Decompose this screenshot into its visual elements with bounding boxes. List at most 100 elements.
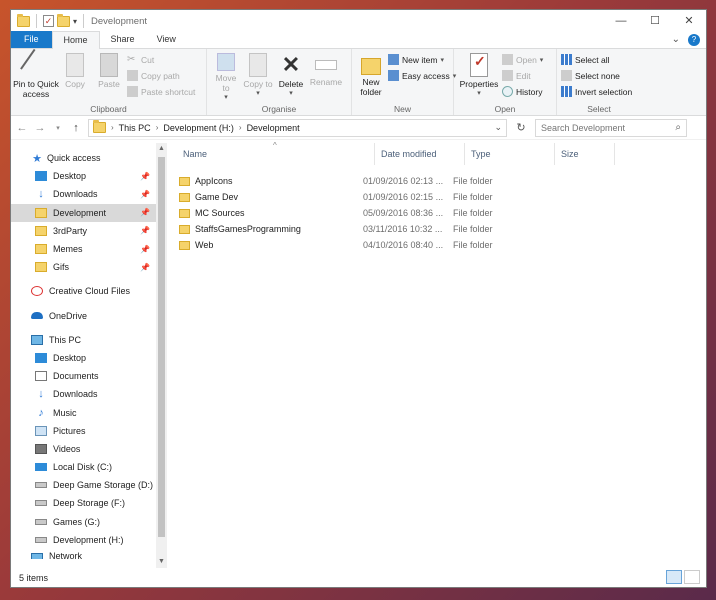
address-bar[interactable]: › This PC › Development (H:) › Developme… bbox=[88, 118, 507, 137]
nav-pc-development[interactable]: Development (H:) bbox=[11, 531, 156, 549]
new-folder-quick-icon[interactable] bbox=[57, 13, 70, 27]
customize-toolbar-icon[interactable]: ▾ bbox=[73, 17, 77, 26]
details-view-icon[interactable] bbox=[666, 570, 682, 584]
nav-network[interactable]: Network bbox=[11, 549, 156, 559]
table-row[interactable]: AppIcons 01/09/2016 02:13 ... File folde… bbox=[167, 173, 706, 189]
minimize-button[interactable]: — bbox=[604, 10, 638, 32]
download-icon: ↓ bbox=[38, 188, 44, 201]
nav-quick-3rdparty[interactable]: 3rdParty 📌 bbox=[11, 222, 156, 240]
column-type[interactable]: Type bbox=[465, 143, 555, 165]
folder-icon bbox=[179, 224, 190, 234]
copy-button[interactable]: Copy bbox=[59, 51, 91, 103]
nav-onedrive[interactable]: OneDrive bbox=[11, 307, 156, 325]
nav-label: Downloads bbox=[53, 189, 98, 200]
move-to-button[interactable]: Move to ▾ bbox=[211, 51, 241, 103]
table-row[interactable]: Game Dev 01/09/2016 02:15 ... File folde… bbox=[167, 189, 706, 205]
maximize-button[interactable]: ☐ bbox=[638, 10, 672, 32]
select-all-icon bbox=[561, 54, 572, 65]
ribbon-tabs: File Home Share View ⌄ ? bbox=[11, 31, 706, 49]
nav-scrollbar[interactable]: ▲ ▼ bbox=[156, 143, 167, 568]
search-box[interactable]: ⌕ bbox=[535, 118, 687, 137]
recent-locations-icon[interactable]: ▾ bbox=[52, 124, 64, 132]
large-icons-view-icon[interactable] bbox=[684, 570, 700, 584]
rename-icon bbox=[315, 60, 337, 70]
history-button[interactable]: History bbox=[502, 85, 543, 98]
easy-access-button[interactable]: Easy access ▾ bbox=[388, 69, 456, 82]
select-all-button[interactable]: Select all bbox=[561, 53, 632, 66]
new-folder-button[interactable]: New folder bbox=[356, 51, 386, 103]
nav-pc-deep-storage[interactable]: Deep Storage (F:) bbox=[11, 494, 156, 512]
pin-icon: 📌 bbox=[140, 189, 150, 199]
file-name: StaffsGamesProgramming bbox=[195, 224, 301, 234]
search-input[interactable] bbox=[541, 122, 661, 133]
breadcrumb-this-pc[interactable]: This PC bbox=[119, 123, 151, 133]
column-size[interactable]: Size bbox=[555, 143, 615, 165]
column-headers: ^ Name Date modified Type Size bbox=[167, 141, 706, 165]
tab-file[interactable]: File bbox=[11, 31, 52, 48]
nav-pc-local-disk[interactable]: Local Disk (C:) bbox=[11, 458, 156, 476]
nav-quick-gifs[interactable]: Gifs 📌 bbox=[11, 258, 156, 276]
breadcrumb-drive[interactable]: Development (H:) bbox=[163, 123, 234, 133]
cut-button[interactable]: ✂ Cut bbox=[127, 53, 195, 66]
delete-button[interactable]: ✕ Delete ▾ bbox=[275, 51, 307, 103]
close-button[interactable]: ✕ bbox=[672, 10, 706, 32]
nav-pc-documents[interactable]: Documents bbox=[11, 367, 156, 385]
scroll-thumb[interactable] bbox=[158, 157, 165, 537]
back-arrow-icon[interactable]: ← bbox=[16, 122, 28, 134]
system-drive-icon bbox=[35, 463, 47, 472]
nav-pc-videos[interactable]: Videos bbox=[11, 440, 156, 458]
column-date-modified[interactable]: Date modified bbox=[375, 143, 465, 165]
nav-this-pc[interactable]: This PC bbox=[11, 331, 156, 349]
nav-pc-deep-game-storage[interactable]: Deep Game Storage (D:) bbox=[11, 476, 156, 494]
up-arrow-icon[interactable]: ↑ bbox=[70, 122, 82, 134]
tab-home[interactable]: Home bbox=[51, 31, 100, 49]
rename-button[interactable]: Rename bbox=[309, 51, 343, 103]
file-type: File folder bbox=[453, 240, 493, 250]
invert-selection-button[interactable]: Invert selection bbox=[561, 85, 632, 98]
column-name[interactable]: Name bbox=[167, 143, 375, 165]
table-row[interactable]: Web 04/10/2016 08:40 ... File folder bbox=[167, 237, 706, 253]
nav-quick-development[interactable]: Development 📌 bbox=[11, 203, 156, 222]
properties-icon bbox=[470, 53, 488, 77]
copy-to-button[interactable]: Copy to ▾ bbox=[243, 51, 273, 103]
creative-cloud-icon bbox=[31, 286, 43, 297]
nav-quick-memes[interactable]: Memes 📌 bbox=[11, 240, 156, 258]
pin-quick-access-button[interactable]: Pin to Quick access bbox=[13, 48, 59, 103]
desktop-icon bbox=[35, 171, 47, 182]
nav-quick-desktop[interactable]: Desktop 📌 bbox=[11, 167, 156, 185]
address-dropdown-icon[interactable]: ⌄ bbox=[494, 122, 502, 133]
new-folder-label: New folder bbox=[360, 77, 382, 97]
nav-pc-desktop[interactable]: Desktop bbox=[11, 349, 156, 367]
properties-button[interactable]: Properties ▾ bbox=[458, 51, 500, 103]
scroll-up-icon[interactable]: ▲ bbox=[156, 143, 167, 155]
open-button[interactable]: Open ▾ bbox=[502, 53, 543, 66]
paste-button[interactable]: Paste bbox=[93, 51, 125, 103]
nav-pc-downloads[interactable]: ↓ Downloads bbox=[11, 385, 156, 403]
scroll-down-icon[interactable]: ▼ bbox=[156, 556, 167, 568]
tab-view[interactable]: View bbox=[146, 31, 187, 48]
properties-quick-icon[interactable]: ✓ bbox=[43, 15, 54, 27]
copy-path-button[interactable]: Copy path bbox=[127, 69, 195, 82]
new-item-button[interactable]: New item ▾ bbox=[388, 53, 456, 66]
tab-share[interactable]: Share bbox=[100, 31, 146, 48]
table-row[interactable]: StaffsGamesProgramming 03/11/2016 10:32 … bbox=[167, 221, 706, 237]
nav-label: Development (H:) bbox=[53, 534, 124, 545]
edit-button[interactable]: Edit bbox=[502, 69, 543, 82]
nav-pc-pictures[interactable]: Pictures bbox=[11, 422, 156, 440]
help-icon[interactable]: ? bbox=[688, 34, 700, 46]
select-none-button[interactable]: Select none bbox=[561, 69, 632, 82]
nav-pc-music[interactable]: ♪ Music bbox=[11, 403, 156, 421]
nav-quick-access[interactable]: ★ Quick access bbox=[11, 149, 156, 167]
expand-ribbon-icon[interactable]: ⌄ bbox=[672, 34, 680, 46]
select-none-icon bbox=[561, 70, 572, 81]
breadcrumb-current[interactable]: Development bbox=[247, 123, 300, 133]
table-row[interactable]: MC Sources 05/09/2016 08:36 ... File fol… bbox=[167, 205, 706, 221]
forward-arrow-icon[interactable]: → bbox=[34, 122, 46, 134]
paste-shortcut-button[interactable]: Paste shortcut bbox=[127, 85, 195, 98]
nav-pc-games[interactable]: Games (G:) bbox=[11, 513, 156, 531]
nav-quick-downloads[interactable]: ↓ Downloads 📌 bbox=[11, 185, 156, 203]
divider bbox=[36, 14, 37, 28]
select-none-label: Select none bbox=[575, 70, 620, 81]
nav-creative-cloud[interactable]: Creative Cloud Files bbox=[11, 282, 156, 300]
refresh-icon[interactable]: ↻ bbox=[513, 121, 529, 134]
